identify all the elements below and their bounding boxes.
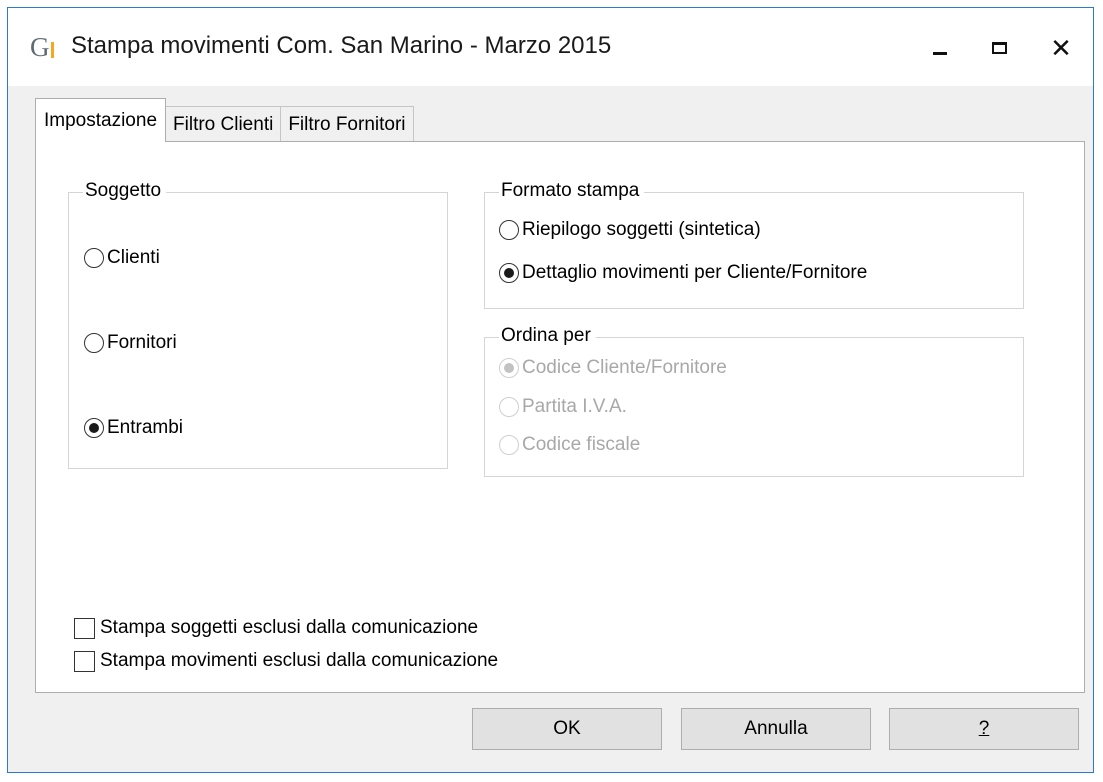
minimize-button[interactable] <box>911 22 969 74</box>
checkbox-icon <box>74 650 95 672</box>
tab-filtro-clienti[interactable]: Filtro Clienti <box>165 106 282 142</box>
window-title: Stampa movimenti Com. San Marino - Marzo… <box>71 32 612 59</box>
close-button[interactable]: ✕ <box>1032 22 1090 74</box>
tab-impostazione[interactable]: Impostazione <box>35 98 167 142</box>
ok-button[interactable]: OK <box>472 708 662 750</box>
close-icon: ✕ <box>1050 33 1072 63</box>
radio-partita-iva[interactable]: Partita I.V.A. <box>499 396 627 418</box>
tab-filtro-fornitori[interactable]: Filtro Fornitori <box>280 106 414 142</box>
radio-dettaglio-label: Dettaglio movimenti per Cliente/Fornitor… <box>522 262 868 283</box>
radio-codice-cliente-fornitore[interactable]: Codice Cliente/Fornitore <box>499 357 727 379</box>
radio-entrambi[interactable]: Entrambi <box>84 417 183 439</box>
radio-riepilogo-label: Riepilogo soggetti (sintetica) <box>522 219 761 240</box>
radio-codice-cliente-label: Codice Cliente/Fornitore <box>522 357 727 378</box>
radio-checked-icon <box>499 358 519 378</box>
radio-icon <box>84 248 104 268</box>
radio-fornitori-label: Fornitori <box>107 332 177 353</box>
radio-codice-fiscale-label: Codice fiscale <box>522 434 641 455</box>
checkbox-stampa-soggetti-esclusi[interactable]: Stampa soggetti esclusi dalla comunicazi… <box>74 617 478 639</box>
radio-entrambi-label: Entrambi <box>107 417 184 438</box>
radio-checked-icon <box>499 263 519 283</box>
title-bar[interactable]: G Stampa movimenti Com. San Marino - Mar… <box>8 8 1093 86</box>
tab-panel-impostazione: Soggetto Clienti Fornitori Entrambi Form… <box>35 141 1085 693</box>
cancel-button[interactable]: Annulla <box>681 708 871 750</box>
radio-icon <box>84 333 104 353</box>
radio-partita-iva-label: Partita I.V.A. <box>522 396 627 417</box>
radio-codice-fiscale[interactable]: Codice fiscale <box>499 434 640 456</box>
tab-strip: Impostazione Filtro Clienti Filtro Forni… <box>35 98 414 142</box>
soggetto-group-title: Soggetto <box>83 180 167 202</box>
ordina-per-group: Ordina per Codice Cliente/Fornitore Part… <box>484 325 1024 477</box>
radio-icon <box>499 397 519 417</box>
radio-clienti[interactable]: Clienti <box>84 247 160 269</box>
radio-fornitori[interactable]: Fornitori <box>84 332 177 354</box>
radio-dettaglio-movimenti[interactable]: Dettaglio movimenti per Cliente/Fornitor… <box>499 262 867 284</box>
help-button[interactable]: ? <box>889 708 1079 750</box>
minimize-icon <box>933 51 947 55</box>
checkbox-movimenti-label: Stampa movimenti esclusi dalla comunicaz… <box>100 650 499 671</box>
maximize-button[interactable] <box>970 22 1028 74</box>
checkbox-stampa-movimenti-esclusi[interactable]: Stampa movimenti esclusi dalla comunicaz… <box>74 650 498 672</box>
dialog-window: G Stampa movimenti Com. San Marino - Mar… <box>7 7 1094 773</box>
formato-stampa-group-title: Formato stampa <box>499 180 645 202</box>
app-logo: G <box>30 32 54 62</box>
radio-icon <box>499 220 519 240</box>
radio-checked-icon <box>84 418 104 438</box>
radio-riepilogo-soggetti[interactable]: Riepilogo soggetti (sintetica) <box>499 219 761 241</box>
maximize-icon <box>991 42 1007 54</box>
radio-icon <box>499 435 519 455</box>
radio-clienti-label: Clienti <box>107 247 160 268</box>
checkbox-soggetti-label: Stampa soggetti esclusi dalla comunicazi… <box>100 617 479 638</box>
ordina-per-group-title: Ordina per <box>499 325 596 347</box>
soggetto-group: Soggetto Clienti Fornitori Entrambi <box>68 180 448 469</box>
formato-stampa-group: Formato stampa Riepilogo soggetti (sinte… <box>484 180 1024 309</box>
checkbox-icon <box>74 617 95 639</box>
